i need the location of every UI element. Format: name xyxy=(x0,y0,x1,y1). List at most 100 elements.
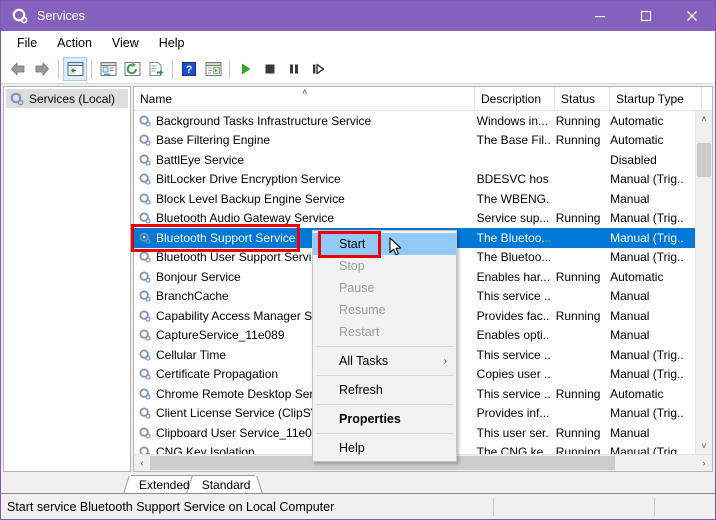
service-gear-icon xyxy=(138,387,152,401)
stop-service-icon[interactable] xyxy=(258,57,282,81)
cell-status xyxy=(550,189,604,209)
toolbar-separator xyxy=(58,60,59,78)
tab-extended[interactable]: Extended xyxy=(131,475,195,493)
context-menu-item-all-tasks[interactable]: All Tasks › xyxy=(313,350,456,372)
cell-service-name: Base Filtering Engine xyxy=(134,131,471,151)
scroll-down-arrow-icon[interactable]: ˅ xyxy=(696,438,712,454)
menu-action[interactable]: Action xyxy=(47,33,102,53)
scroll-right-arrow-icon[interactable]: › xyxy=(696,458,712,468)
context-menu-item-help[interactable]: Help xyxy=(313,437,456,459)
sort-ascending-icon: ˄ xyxy=(302,87,308,97)
show-hide-action-pane-icon[interactable] xyxy=(201,57,225,81)
restart-service-icon[interactable] xyxy=(306,57,330,81)
cell-status xyxy=(550,228,604,248)
minimize-icon[interactable] xyxy=(577,1,623,31)
cell-status xyxy=(550,150,604,170)
context-menu-item-label: Resume xyxy=(339,303,386,317)
services-gear-icon xyxy=(11,7,29,25)
context-menu-item-resume: Resume xyxy=(313,299,456,321)
cell-description: This service ... xyxy=(476,347,550,362)
cell-description: BDESVC hos... xyxy=(476,172,550,187)
service-gear-icon xyxy=(138,348,152,362)
context-menu-item-refresh[interactable]: Refresh xyxy=(313,379,456,401)
table-row[interactable]: BattlEye Service Disabled xyxy=(134,150,695,170)
context-menu-item-stop: Stop xyxy=(313,255,456,277)
service-gear-icon xyxy=(138,445,152,454)
context-menu-separator xyxy=(316,433,453,434)
context-menu-item-label: Restart xyxy=(339,325,380,339)
cell-status xyxy=(550,404,604,424)
cell-startup-type: Automatic xyxy=(610,113,664,128)
maximize-icon[interactable] xyxy=(623,1,669,31)
service-name-label: Certificate Propagation xyxy=(156,367,279,382)
console-tree-pane: Services (Local) xyxy=(3,86,131,472)
tab-standard[interactable]: Standard xyxy=(193,475,256,493)
cell-startup-type: Manual (Trig.. xyxy=(610,230,684,245)
context-menu-item-label: Properties xyxy=(339,412,401,426)
start-service-icon[interactable] xyxy=(234,57,258,81)
context-menu-item-properties[interactable]: Properties xyxy=(313,408,456,430)
tree-item-services-local[interactable]: Services (Local) xyxy=(6,89,128,108)
service-gear-icon xyxy=(138,309,152,323)
cell-description xyxy=(471,150,550,170)
context-menu-item-pause: Pause xyxy=(313,277,456,299)
refresh-icon[interactable] xyxy=(120,57,144,81)
cell-status: Running xyxy=(555,308,601,323)
cell-description: Service sup... xyxy=(476,211,550,226)
status-segment xyxy=(654,497,715,516)
window-title: Services xyxy=(37,9,85,23)
vertical-scroll-track[interactable] xyxy=(696,127,712,438)
scroll-up-arrow-icon[interactable]: ˄ xyxy=(696,111,712,127)
menu-help[interactable]: Help xyxy=(149,33,195,53)
cell-startup-type: Manual xyxy=(610,328,650,343)
service-name-label: CaptureService_11e089 xyxy=(156,328,285,343)
table-row[interactable]: Base Filtering Engine The Base Fil... Runn… xyxy=(134,131,695,151)
tab-label: Extended xyxy=(139,477,190,492)
close-icon[interactable] xyxy=(669,1,715,31)
cell-description: Provides inf... xyxy=(476,406,550,421)
view-tabs: Extended Standard xyxy=(1,474,715,493)
table-row[interactable]: Bluetooth Audio Gateway Service Service s… xyxy=(134,209,695,229)
pause-service-icon[interactable] xyxy=(282,57,306,81)
service-name-label: Block Level Backup Engine Service xyxy=(156,191,345,206)
services-gear-icon xyxy=(9,91,25,107)
forward-icon[interactable] xyxy=(30,57,54,81)
export-list-icon[interactable] xyxy=(144,57,168,81)
tree-item-label: Services (Local) xyxy=(29,91,116,106)
service-gear-icon xyxy=(138,406,152,420)
title-bar: Services xyxy=(1,1,715,31)
table-row[interactable]: BitLocker Drive Encryption Service BDESVC… xyxy=(134,170,695,190)
context-menu-item-label: Refresh xyxy=(339,383,383,397)
cell-description: This user ser... xyxy=(476,425,550,440)
vertical-scrollbar[interactable]: ˄ ˅ xyxy=(695,111,712,454)
context-menu-item-start[interactable]: Start xyxy=(313,233,456,255)
table-row[interactable]: Background Tasks Infrastructure Service W… xyxy=(134,111,695,131)
scroll-left-arrow-icon[interactable]: ‹ xyxy=(134,458,150,468)
service-gear-icon xyxy=(138,328,152,342)
toolbar-separator xyxy=(172,60,173,78)
column-header-status[interactable]: Status xyxy=(555,87,610,110)
back-icon[interactable] xyxy=(6,57,30,81)
column-header-startup-type[interactable]: Startup Type xyxy=(610,87,702,110)
service-name-label: CNG Key Isolation xyxy=(156,445,255,454)
cell-status: Running xyxy=(555,425,601,440)
properties-icon[interactable] xyxy=(96,57,120,81)
cell-service-name: BitLocker Drive Encryption Service xyxy=(134,170,471,190)
service-gear-icon xyxy=(138,289,152,303)
cell-status: Running xyxy=(555,211,601,226)
help-icon[interactable]: ? xyxy=(177,57,201,81)
cell-description: The Bluetoo... xyxy=(476,250,550,265)
menu-file[interactable]: File xyxy=(7,33,47,53)
cell-description: Enables har... xyxy=(476,269,550,284)
cell-status xyxy=(550,287,604,307)
cell-service-name: Background Tasks Infrastructure Service xyxy=(134,111,471,131)
table-row[interactable]: Block Level Backup Engine Service The WBE… xyxy=(134,189,695,209)
show-console-tree-icon[interactable] xyxy=(63,57,87,81)
column-header-description[interactable]: Description xyxy=(475,87,555,110)
vertical-scroll-thumb[interactable] xyxy=(697,143,711,177)
menu-view[interactable]: View xyxy=(102,33,149,53)
cell-description: Windows in... xyxy=(476,113,549,128)
cell-startup-type: Automatic xyxy=(610,269,664,284)
service-gear-icon xyxy=(138,192,152,206)
service-gear-icon xyxy=(138,367,152,381)
